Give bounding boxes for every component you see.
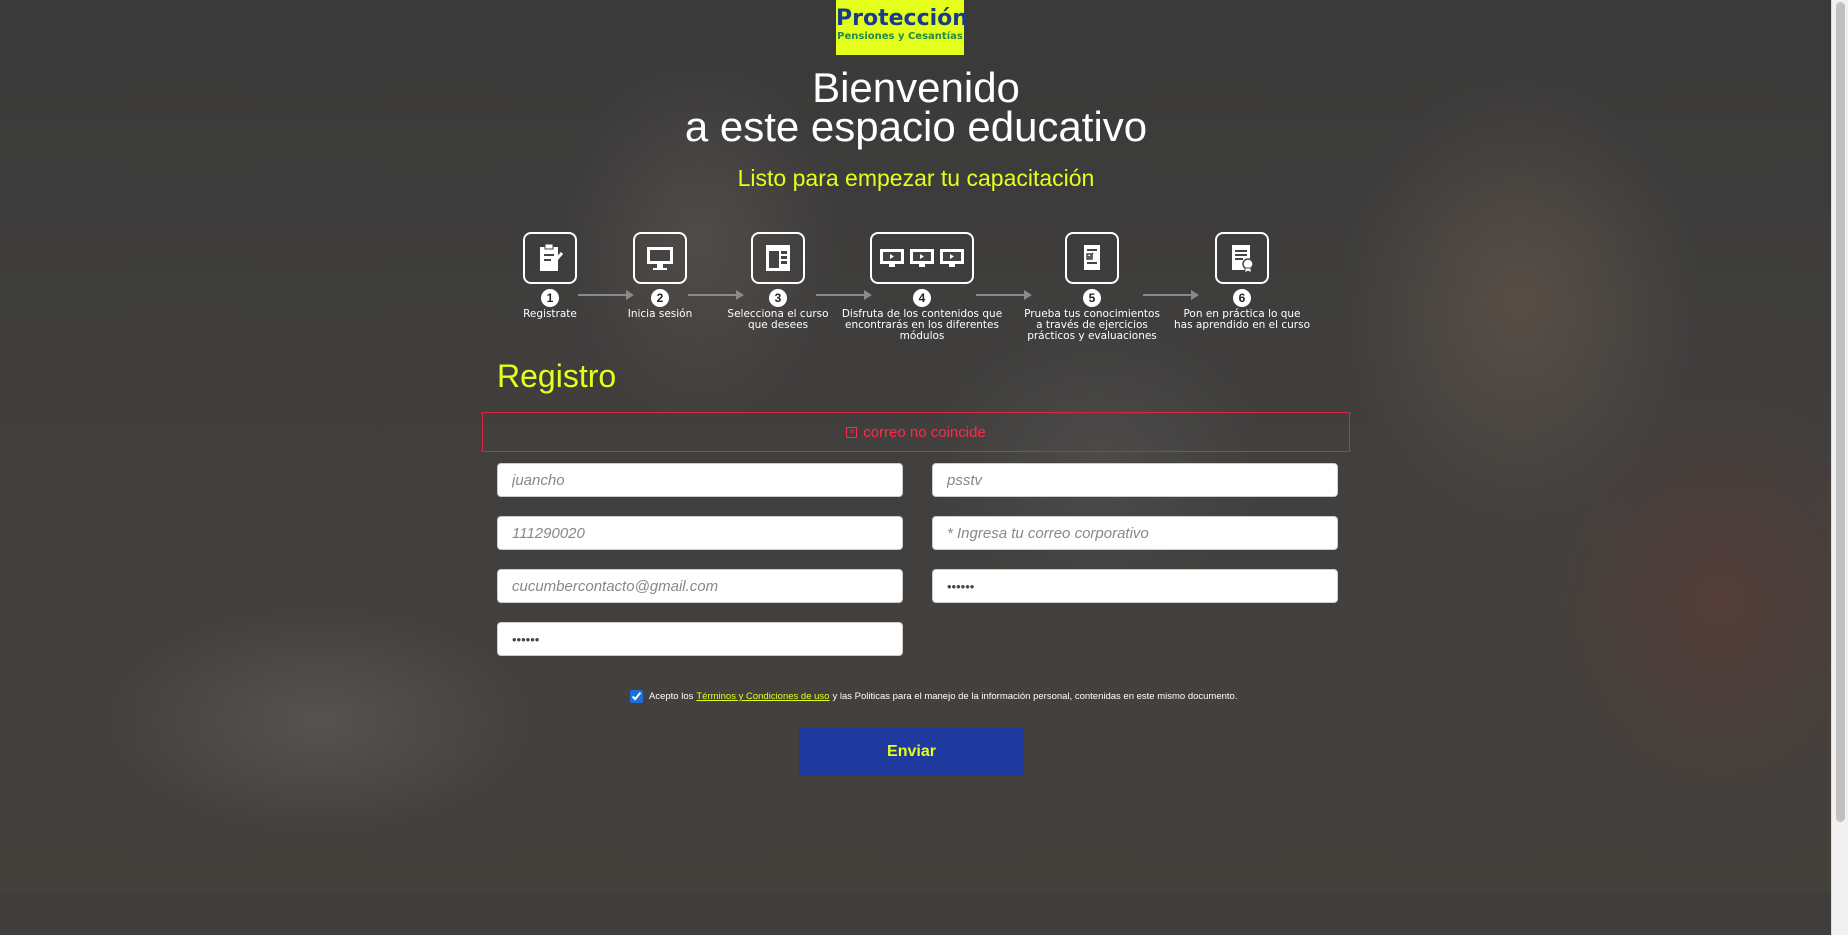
terms-suffix: y las Politicas para el manejo de la inf…	[832, 691, 1238, 702]
hero-title-line1: Bienvenido	[812, 64, 1020, 111]
first-name-input[interactable]	[497, 463, 903, 497]
step-number: 2	[651, 289, 669, 307]
page-scrollbar[interactable]	[1831, 0, 1848, 935]
scrollbar-thumb[interactable]	[1836, 2, 1845, 822]
step-label: Pon en práctica lo que has aprendido en …	[1173, 308, 1310, 331]
step-label: Inicia sesión	[627, 308, 693, 320]
step-number: 3	[769, 289, 787, 307]
checklist-icon	[1065, 232, 1119, 284]
error-alert: × correo no coincide	[482, 412, 1350, 452]
password-confirm-input[interactable]	[497, 622, 903, 656]
error-icon: ×	[846, 426, 858, 438]
step-label: Disfruta de los contenidos que encontrar…	[841, 308, 1003, 342]
terms-row: Acepto los Términos y Condiciones de uso…	[630, 690, 1237, 703]
document-input[interactable]	[497, 516, 903, 550]
footer-strip	[0, 893, 1832, 935]
multiple-monitors-icon	[870, 232, 974, 284]
step-label: Prueba tus conocimientos a través de eje…	[1024, 308, 1160, 342]
step-label: Registrate	[523, 308, 577, 320]
step-2: 2 Inicia sesión	[620, 232, 700, 320]
personal-email-input[interactable]	[497, 569, 903, 603]
step-number: 4	[913, 289, 931, 307]
password-input[interactable]	[932, 569, 1338, 603]
terms-checkbox[interactable]	[630, 690, 643, 703]
browser-window-icon	[751, 232, 805, 284]
certificate-icon	[1215, 232, 1269, 284]
hero-subtitle: Listo para empezar tu capacitación	[737, 165, 1095, 191]
monitor-icon	[633, 232, 687, 284]
brand-name: Protección	[836, 6, 968, 31]
step-3: 3 Selecciona el curso que desees	[718, 232, 838, 331]
step-number: 6	[1233, 289, 1251, 307]
step-4: 4 Disfruta de los contenidos que encontr…	[832, 232, 1012, 342]
terms-prefix: Acepto los	[649, 691, 694, 702]
clipboard-pencil-icon	[523, 232, 577, 284]
step-1: 1 Registrate	[510, 232, 590, 320]
last-name-input[interactable]	[932, 463, 1338, 497]
hero-title-line2: a este espacio educativo	[684, 103, 1148, 150]
brand-logo: Protección Pensiones y Cesantías	[836, 0, 968, 55]
step-6: 6 Pon en práctica lo que has aprendido e…	[1172, 232, 1312, 331]
step-5: 5 Prueba tus conocimientos a través de e…	[1022, 232, 1162, 342]
brand-tagline: Pensiones y Cesantías	[837, 31, 963, 42]
form-heading: Registro	[497, 358, 617, 394]
submit-button[interactable]: Enviar	[799, 728, 1024, 776]
step-label: Selecciona el curso que desees	[727, 308, 829, 331]
terms-link[interactable]: Términos y Condiciones de uso	[696, 691, 829, 702]
step-number: 5	[1083, 289, 1101, 307]
step-number: 1	[541, 289, 559, 307]
error-message: correo no coincide	[863, 423, 986, 441]
corporate-email-input[interactable]	[932, 516, 1338, 550]
